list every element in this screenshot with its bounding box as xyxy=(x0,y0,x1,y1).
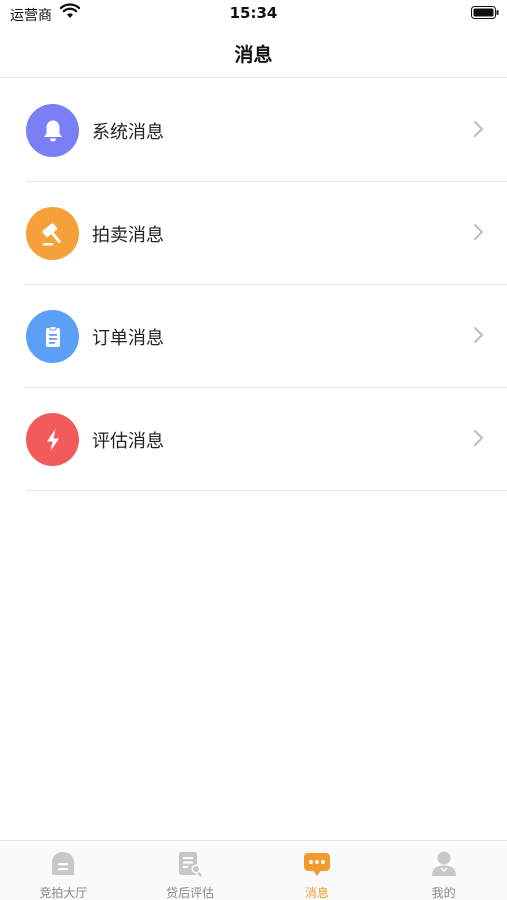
status-bar: 运营商 15:34 xyxy=(0,0,507,28)
bell-icon xyxy=(43,120,62,141)
chevron-right-icon xyxy=(474,224,483,240)
page-title: 消息 xyxy=(234,44,273,66)
message-list: 系统消息 拍卖消息 订单消息 评估消息 xyxy=(0,79,507,491)
chevron-right-icon xyxy=(474,430,483,446)
order-message-icon-circle xyxy=(26,310,79,363)
message-row-evaluation[interactable]: 评估消息 xyxy=(26,388,507,491)
message-label: 订单消息 xyxy=(92,328,164,349)
tab-label: 贷后评估 xyxy=(166,886,215,900)
message-row-auction[interactable]: 拍卖消息 xyxy=(26,182,507,285)
chevron-right-icon xyxy=(474,121,483,137)
document-search-icon xyxy=(179,852,203,877)
status-time: 15:34 xyxy=(229,4,278,22)
message-row-order[interactable]: 订单消息 xyxy=(26,285,507,388)
auction-hall-icon xyxy=(52,852,75,875)
nav-bar: 消息 xyxy=(0,28,507,78)
message-row-system[interactable]: 系统消息 xyxy=(26,79,507,182)
battery-icon xyxy=(471,6,499,19)
tab-label: 消息 xyxy=(304,886,329,900)
clipboard-icon xyxy=(45,325,60,347)
screen: 运营商 15:34 消息 系统消息 拍卖消息 订单消息 评估消息 竞拍大厅 贷后… xyxy=(0,0,507,900)
system-message-icon-circle xyxy=(26,104,79,157)
person-icon xyxy=(431,851,456,876)
tab-bar: 竞拍大厅 贷后评估 消息 我的 xyxy=(0,840,507,900)
chat-bubble-icon xyxy=(303,853,330,876)
evaluation-message-icon-circle xyxy=(26,413,79,466)
tab-mine[interactable]: 我的 xyxy=(380,841,507,900)
message-label: 评估消息 xyxy=(92,431,164,452)
tab-messages[interactable]: 消息 xyxy=(254,841,381,900)
tab-post-loan-evaluation[interactable]: 贷后评估 xyxy=(127,841,254,900)
lightning-icon xyxy=(46,428,59,451)
tab-label: 竞拍大厅 xyxy=(39,886,88,900)
message-label: 拍卖消息 xyxy=(92,225,164,246)
gavel-icon xyxy=(41,222,61,245)
tab-label: 我的 xyxy=(431,886,456,900)
chevron-right-icon xyxy=(474,327,483,343)
auction-message-icon-circle xyxy=(26,207,79,260)
message-label: 系统消息 xyxy=(92,122,164,143)
tab-auction-hall[interactable]: 竞拍大厅 xyxy=(0,841,127,900)
